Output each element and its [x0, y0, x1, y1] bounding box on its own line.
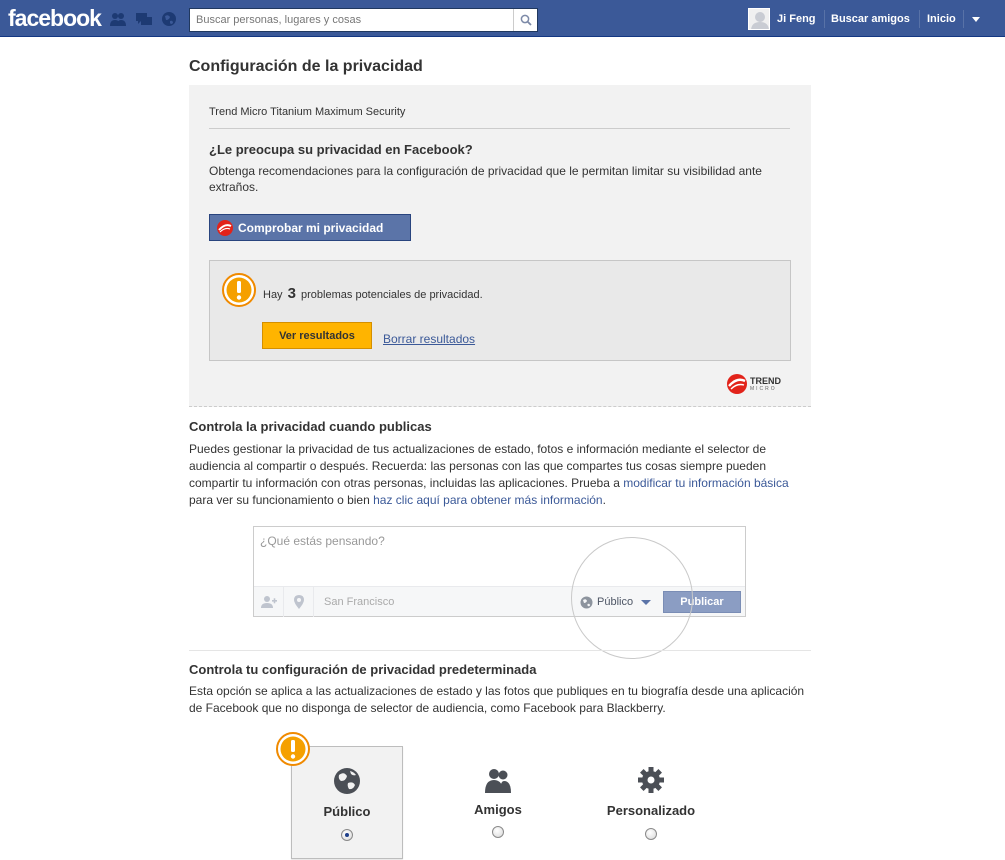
trend-micro-header: Trend Micro Titanium Maximum Security [209, 106, 406, 118]
option-public-label: Público [323, 804, 371, 819]
top-bar: facebook Ji Feng Buscar amigos Inicio [0, 0, 1005, 37]
notifications-globe-icon[interactable] [160, 11, 178, 27]
messages-icon[interactable] [135, 11, 153, 27]
trend-micro-logo-text: TREND [750, 375, 781, 386]
find-friends-link[interactable]: Buscar amigos [831, 13, 910, 25]
option-friends-label: Amigos [474, 802, 522, 817]
check-privacy-button[interactable]: Comprobar mi privacidad [209, 214, 411, 241]
home-link[interactable]: Inicio [927, 13, 956, 25]
see-results-button[interactable]: Ver resultados [262, 322, 372, 349]
default-privacy-title: Controla tu configuración de privacidad … [189, 662, 537, 677]
location-text: San Francisco [324, 596, 395, 608]
location-pin-icon [293, 595, 304, 609]
search-box [189, 8, 538, 32]
nav-separator [824, 10, 825, 28]
privacy-question: ¿Le preocupa su privacidad en Facebook? [209, 142, 473, 157]
page-title: Configuración de la privacidad [189, 58, 423, 75]
results-panel: Hay 3 problemas potenciales de privacida… [209, 260, 791, 361]
friends-icon [485, 769, 511, 793]
warning-icon [276, 732, 310, 766]
option-public-radio[interactable] [341, 829, 353, 841]
trend-micro-panel: Trend Micro Titanium Maximum Security ¿L… [189, 85, 811, 407]
publish-privacy-text: Puedes gestionar la privacidad de tus ac… [189, 441, 811, 509]
check-privacy-label: Comprobar mi privacidad [238, 220, 384, 235]
search-input[interactable] [190, 9, 510, 31]
nav-separator [963, 10, 964, 28]
nav-separator [919, 10, 920, 28]
globe-icon [334, 768, 360, 794]
option-custom[interactable]: Personalizado [595, 746, 707, 859]
gear-icon [638, 767, 664, 793]
privacy-description: Obtenga recomendaciones para la configur… [209, 164, 762, 194]
trend-micro-logo: TREND MICRO [726, 373, 781, 395]
tag-friends-button[interactable] [254, 587, 284, 617]
publish-text-2: para ver su funcionamiento o bien [189, 493, 374, 507]
friend-requests-icon[interactable] [109, 11, 127, 27]
trend-micro-logo-icon [217, 219, 233, 236]
add-location-button[interactable] [284, 587, 314, 617]
tag-friends-icon [260, 596, 277, 608]
warning-icon [222, 273, 256, 307]
option-friends-radio[interactable] [492, 826, 504, 838]
issue-count: 3 [287, 285, 296, 302]
learn-more-link[interactable]: haz clic aquí para obtener más informaci… [373, 493, 602, 507]
issue-suffix: problemas potenciales de privacidad. [301, 289, 483, 301]
clear-results-link[interactable]: Borrar resultados [383, 332, 475, 346]
issue-prefix: Hay [263, 289, 283, 301]
section-divider [189, 650, 811, 651]
profile-link[interactable]: Ji Feng [777, 13, 816, 25]
edit-basic-info-link[interactable]: modificar tu información básica [623, 476, 788, 490]
option-custom-label: Personalizado [606, 803, 696, 818]
default-avatar-icon [749, 9, 769, 29]
account-menu-arrow-icon[interactable] [972, 17, 980, 22]
option-friends[interactable]: Amigos [442, 746, 554, 859]
publish-privacy-title: Controla la privacidad cuando publicas [189, 419, 432, 434]
user-avatar[interactable] [748, 8, 770, 30]
publish-text-3: . [602, 493, 606, 507]
audience-highlight-circle [571, 537, 693, 659]
divider [209, 128, 790, 129]
trend-micro-emblem-icon [727, 374, 747, 394]
default-privacy-text: Esta opción se aplica a las actualizacio… [189, 684, 805, 715]
issue-summary: Hay 3 problemas potenciales de privacida… [263, 285, 483, 302]
search-icon [520, 14, 532, 26]
option-custom-radio[interactable] [645, 828, 657, 840]
trend-micro-logo-sub: MICRO [750, 385, 777, 392]
search-button[interactable] [513, 9, 537, 31]
facebook-logo[interactable]: facebook [8, 5, 102, 32]
